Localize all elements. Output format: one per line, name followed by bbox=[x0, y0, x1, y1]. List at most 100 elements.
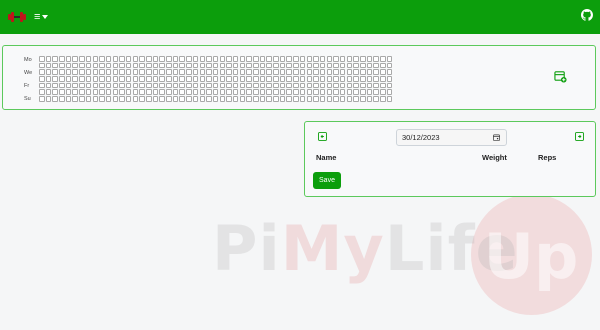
heatmap-cell bbox=[259, 62, 266, 69]
heatmap-cell bbox=[380, 69, 386, 75]
calendar-plus-icon[interactable] bbox=[554, 70, 567, 83]
heatmap-cell bbox=[125, 89, 132, 95]
heatmap-cell bbox=[152, 82, 159, 89]
heatmap-cell bbox=[159, 62, 165, 69]
heatmap-cell bbox=[313, 82, 319, 89]
heatmap-cell bbox=[45, 69, 52, 75]
heatmap-cell bbox=[65, 69, 72, 75]
heatmap-cell bbox=[299, 82, 306, 89]
heatmap-cell bbox=[146, 62, 152, 69]
heatmap-cell bbox=[219, 76, 226, 82]
heatmap-cell bbox=[286, 62, 292, 69]
heatmap-cell bbox=[226, 69, 232, 75]
heatmap-cell bbox=[366, 76, 373, 82]
heatmap-cell bbox=[360, 76, 366, 82]
heatmap-cell bbox=[273, 96, 279, 102]
github-icon[interactable] bbox=[581, 9, 593, 21]
heatmap-cell bbox=[52, 76, 58, 82]
heatmap-cell bbox=[299, 89, 306, 95]
heatmap-cell bbox=[192, 82, 199, 89]
heatmap-cell bbox=[65, 76, 72, 82]
heatmap-cell bbox=[360, 96, 366, 102]
heatmap-cell bbox=[166, 69, 172, 75]
arrow-left-square-icon[interactable] bbox=[318, 132, 327, 141]
heatmap-cell bbox=[380, 82, 386, 89]
heatmap-cell bbox=[59, 56, 65, 62]
heatmap-cell bbox=[192, 96, 199, 102]
heatmap-cell bbox=[373, 76, 379, 82]
heatmap-cell bbox=[105, 76, 112, 82]
heatmap-cell bbox=[353, 96, 359, 102]
heatmap-cell bbox=[166, 62, 172, 69]
heatmap-cell bbox=[172, 62, 179, 69]
heatmap-cell bbox=[85, 89, 92, 95]
heatmap-cell bbox=[125, 56, 132, 62]
heatmap-cell bbox=[119, 82, 125, 89]
save-button[interactable]: Save bbox=[313, 172, 341, 189]
heatmap-cell bbox=[212, 96, 219, 102]
heatmap-cell bbox=[85, 62, 92, 69]
heatmap-cell bbox=[99, 62, 105, 69]
heatmap-cell bbox=[212, 62, 219, 69]
heatmap-cell bbox=[279, 62, 286, 69]
calendar-icon[interactable] bbox=[493, 134, 500, 141]
dumbbell-logo-icon[interactable] bbox=[8, 10, 26, 24]
heatmap-cell bbox=[45, 96, 52, 102]
heatmap-cell bbox=[333, 82, 339, 89]
heatmap-cell bbox=[232, 96, 239, 102]
heatmap-cell bbox=[279, 76, 286, 82]
heatmap-cell bbox=[206, 56, 212, 62]
heatmap-cell bbox=[326, 56, 333, 62]
heatmap-cell bbox=[39, 62, 45, 69]
heatmap-cell bbox=[186, 56, 192, 62]
arrow-right-square-icon[interactable] bbox=[575, 132, 584, 141]
heatmap-cell bbox=[179, 56, 185, 62]
heatmap-cell bbox=[286, 89, 292, 95]
heatmap-cell bbox=[346, 82, 353, 89]
heatmap-cell bbox=[152, 56, 159, 62]
heatmap-cell bbox=[279, 56, 286, 62]
heatmap-cell bbox=[366, 96, 373, 102]
heatmap-cell bbox=[239, 96, 246, 102]
heatmap-cell bbox=[119, 76, 125, 82]
day-label-fr: Fr bbox=[24, 83, 30, 89]
heatmap-cell bbox=[59, 89, 65, 95]
heatmap-cell bbox=[65, 82, 72, 89]
heatmap-cell bbox=[112, 89, 119, 95]
heatmap-cell bbox=[112, 56, 119, 62]
heatmap-cell bbox=[239, 76, 246, 82]
heatmap-cell bbox=[353, 69, 359, 75]
heatmap-cell bbox=[159, 96, 165, 102]
heatmap-grid bbox=[39, 56, 393, 103]
heatmap-cell bbox=[219, 82, 226, 89]
heatmap-cell bbox=[119, 96, 125, 102]
heatmap-cell bbox=[366, 62, 373, 69]
heatmap-cell bbox=[246, 89, 252, 95]
heatmap-cell bbox=[125, 76, 132, 82]
heatmap-cell bbox=[125, 69, 132, 75]
heatmap-cell bbox=[139, 69, 145, 75]
heatmap-cell bbox=[146, 69, 152, 75]
heatmap-cell bbox=[206, 89, 212, 95]
heatmap-cell bbox=[146, 76, 152, 82]
heatmap-cell bbox=[186, 89, 192, 95]
heatmap-cell bbox=[72, 76, 78, 82]
heatmap-cell bbox=[119, 56, 125, 62]
heatmap-cell bbox=[226, 96, 232, 102]
watermark-up: Up bbox=[483, 220, 579, 293]
heatmap-cell bbox=[146, 56, 152, 62]
heatmap-cell bbox=[326, 89, 333, 95]
heatmap-cell bbox=[333, 89, 339, 95]
heatmap-cell bbox=[299, 62, 306, 69]
heatmap-cell bbox=[206, 96, 212, 102]
heatmap-cell bbox=[259, 89, 266, 95]
heatmap-cell bbox=[172, 56, 179, 62]
date-input[interactable]: 30/12/2023 bbox=[396, 129, 507, 146]
hamburger-menu-icon: ≡ bbox=[34, 11, 41, 23]
heatmap-cell bbox=[373, 56, 379, 62]
heatmap-cell bbox=[72, 82, 78, 89]
heatmap-cell bbox=[293, 69, 299, 75]
menu-dropdown-button[interactable]: ≡ bbox=[34, 9, 52, 25]
heatmap-cell bbox=[92, 96, 98, 102]
heatmap-cell bbox=[299, 69, 306, 75]
